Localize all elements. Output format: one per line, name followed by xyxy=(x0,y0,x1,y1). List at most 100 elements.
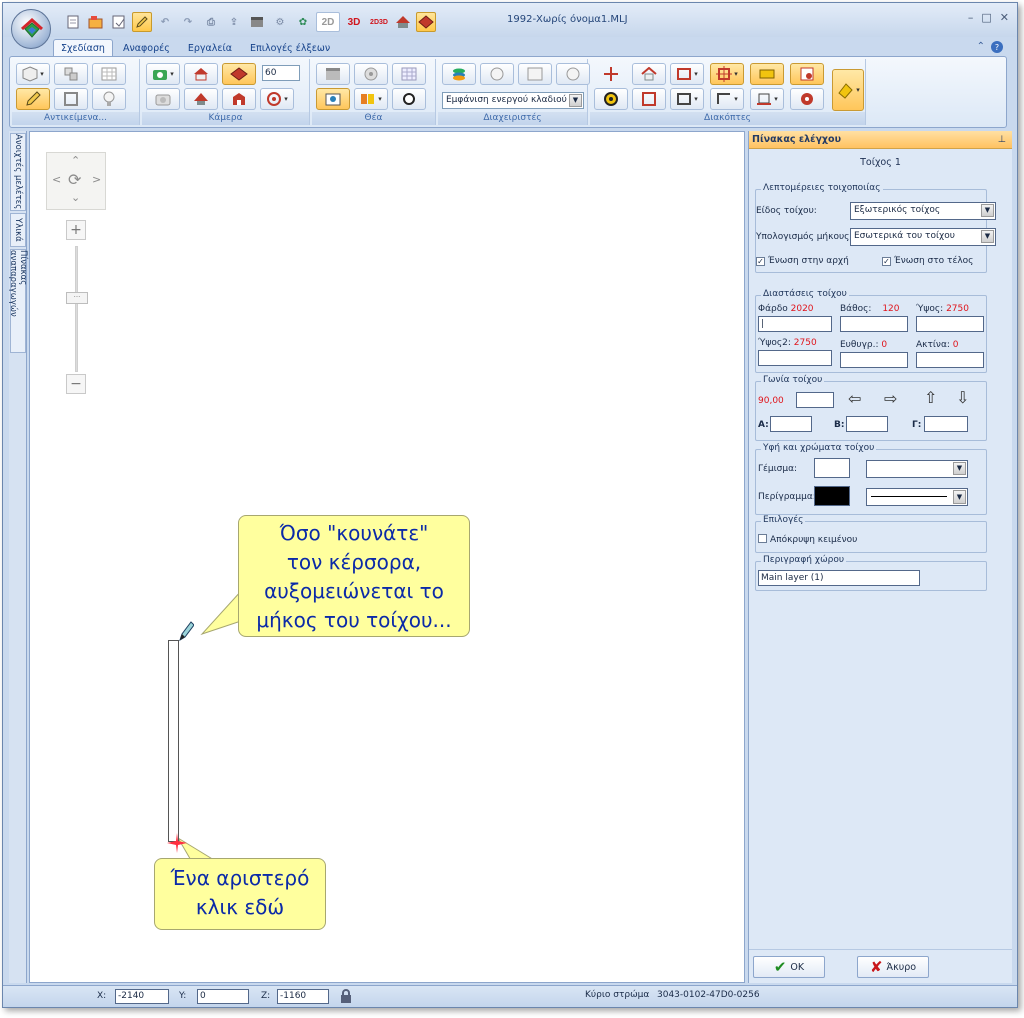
wall-type-select[interactable]: Εξωτερικός τοίχος ▼ xyxy=(850,202,996,220)
materials-view-icon[interactable]: ▾ xyxy=(354,88,388,110)
help-icon[interactable]: ? xyxy=(991,41,1003,53)
camera-house-icon[interactable] xyxy=(184,63,218,85)
object-cube-icon[interactable]: ▾ xyxy=(16,63,50,85)
object-group-icon[interactable] xyxy=(54,63,88,85)
tab-reports[interactable]: Αναφορές xyxy=(115,39,178,57)
camera-angle-input[interactable]: 60 xyxy=(262,65,300,81)
arrow-down-icon[interactable]: ⇩ xyxy=(956,388,969,407)
paint-bucket-icon[interactable]: ▾ xyxy=(832,69,864,111)
grid-view-icon[interactable] xyxy=(392,63,426,85)
tab-design[interactable]: Σχεδίαση xyxy=(53,39,113,57)
zoom-view-icon[interactable] xyxy=(392,88,426,110)
close-button[interactable]: ✕ xyxy=(1000,11,1009,24)
lightbulb-icon[interactable] xyxy=(92,88,126,110)
branch-display-select[interactable]: Εμφάνιση ενεργού κλαδιού ▼ xyxy=(442,92,584,109)
angle-b-input[interactable] xyxy=(846,416,888,432)
collapse-ribbon-icon[interactable]: ⌃ xyxy=(977,41,985,53)
maximize-button[interactable]: □ xyxy=(981,11,991,24)
application-menu-button[interactable] xyxy=(11,9,51,49)
redo-icon[interactable]: ↷ xyxy=(178,12,198,32)
print-icon[interactable]: ⎙ xyxy=(201,12,221,32)
z-coord-field[interactable]: -1160 xyxy=(277,989,329,1004)
outline-color-swatch[interactable] xyxy=(814,486,850,506)
fill-color-swatch[interactable] xyxy=(814,458,850,478)
object-frame-icon[interactable] xyxy=(54,88,88,110)
render-clapper-icon[interactable] xyxy=(247,12,267,32)
fill-style-select[interactable]: ▼ xyxy=(866,460,968,478)
hide-text-checkbox[interactable]: Απόκρυψη κειμένου xyxy=(758,534,857,545)
notes-manager-icon[interactable] xyxy=(518,63,552,85)
object-grid-icon[interactable] xyxy=(92,63,126,85)
render-movie-icon[interactable] xyxy=(316,63,350,85)
display-dot-icon[interactable] xyxy=(594,88,628,110)
open-file-icon[interactable] xyxy=(86,12,106,32)
lock-icon[interactable] xyxy=(339,989,353,1004)
length-calc-select[interactable]: Εσωτερικά του τοίχου ▼ xyxy=(850,228,996,246)
x-coord-field[interactable]: -2140 xyxy=(115,989,169,1004)
display-frame-icon[interactable] xyxy=(632,88,666,110)
save-file-icon[interactable] xyxy=(109,12,129,32)
angle-input[interactable] xyxy=(796,392,834,408)
export-icon[interactable]: ⇪ xyxy=(224,12,244,32)
display-base-icon[interactable]: ▾ xyxy=(750,88,784,110)
view-2d-button[interactable]: 2D xyxy=(316,12,340,32)
side-tab-open-projects[interactable]: Ανοιχτές μελέτες xyxy=(10,133,26,211)
tab-snap-options[interactable]: Επιλογές έλξεων xyxy=(242,39,338,57)
radius-input[interactable] xyxy=(916,352,984,368)
textures-manager-icon[interactable] xyxy=(480,63,514,85)
space-description-input[interactable]: Main layer (1) xyxy=(758,570,920,586)
load-input[interactable]: | xyxy=(758,316,832,332)
arrow-left-icon[interactable]: ⇦ xyxy=(848,389,861,408)
join-start-checkbox[interactable]: ✓ Ένωση στην αρχή xyxy=(756,256,849,266)
tab-tools[interactable]: Εργαλεία xyxy=(180,39,240,57)
layers-manager-icon[interactable] xyxy=(442,63,476,85)
side-tab-reproduction-table[interactable]: Πίνακας αναπαραγωγών xyxy=(8,249,28,353)
camera-settings-icon[interactable]: ▾ xyxy=(146,63,180,85)
height-input[interactable] xyxy=(916,316,984,332)
new-file-icon[interactable] xyxy=(63,12,83,32)
draw-wall-pencil-icon[interactable] xyxy=(16,88,50,110)
house-red-icon[interactable] xyxy=(393,12,413,32)
straight-input[interactable] xyxy=(840,352,908,368)
view-3d-button[interactable]: 3D xyxy=(343,12,365,32)
symbols-manager-icon[interactable] xyxy=(556,63,590,85)
draw-pencil-icon[interactable] xyxy=(132,12,152,32)
side-tab-materials[interactable]: Υλικά xyxy=(10,213,26,247)
join-end-checkbox[interactable]: ✓ Ένωση στο τέλος xyxy=(882,256,973,266)
cancel-button[interactable]: ✘ Άκυρο xyxy=(857,956,929,978)
photo-view-icon[interactable] xyxy=(316,88,350,110)
minimize-button[interactable]: – xyxy=(968,11,974,24)
snap-wall-icon[interactable]: ▾ xyxy=(670,63,704,85)
drawing-canvas[interactable]: ⌃ < ⟳ > ⌄ + ··· − Όσο "κουνάτε" τον κέρσ… xyxy=(29,131,745,983)
depth-input[interactable] xyxy=(840,316,908,332)
settings-gear-icon[interactable]: ⚙ xyxy=(270,12,290,32)
record-icon[interactable] xyxy=(790,88,824,110)
display-corner-icon[interactable]: ▾ xyxy=(710,88,744,110)
ok-button[interactable]: ✔ OK xyxy=(753,956,825,978)
camera-section-icon[interactable] xyxy=(222,88,256,110)
house-3d-icon[interactable] xyxy=(416,12,436,32)
arrow-up-icon[interactable]: ⇧ xyxy=(924,388,937,407)
pin-icon[interactable]: ⊥ xyxy=(998,131,1006,148)
wall-preview[interactable] xyxy=(168,640,179,842)
camera-orbit-icon[interactable]: ▾ xyxy=(260,88,294,110)
plants-icon[interactable]: ✿ xyxy=(293,12,313,32)
undo-icon[interactable]: ↶ xyxy=(155,12,175,32)
height2-input[interactable] xyxy=(758,350,832,366)
camera-preview-icon[interactable] xyxy=(146,88,180,110)
snap-points-icon[interactable] xyxy=(594,63,628,85)
outline-style-select[interactable]: ▼ xyxy=(866,488,968,506)
angle-g-input[interactable] xyxy=(924,416,968,432)
angle-a-input[interactable] xyxy=(770,416,812,432)
print-preview-icon[interactable] xyxy=(790,63,824,85)
measure-ruler-icon[interactable] xyxy=(750,63,784,85)
y-coord-field[interactable]: 0 xyxy=(197,989,249,1004)
arrow-right-icon[interactable]: ⇨ xyxy=(884,389,897,408)
snap-house-icon[interactable] xyxy=(632,63,666,85)
display-rect-icon[interactable]: ▾ xyxy=(670,88,704,110)
camera-3d-view-icon[interactable] xyxy=(222,63,256,85)
view-2d3d-button[interactable]: 2D3D xyxy=(368,12,390,32)
render-film-icon[interactable] xyxy=(354,63,388,85)
camera-roof-icon[interactable] xyxy=(184,88,218,110)
snap-grid-icon[interactable]: ▾ xyxy=(710,63,744,85)
